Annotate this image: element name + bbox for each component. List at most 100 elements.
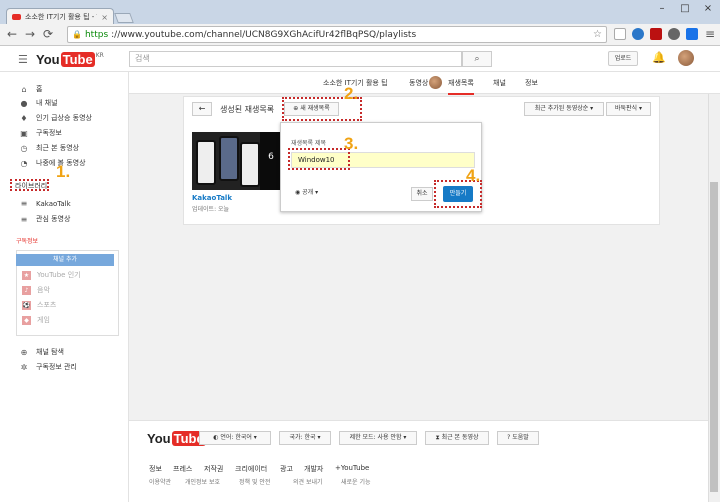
home-icon: ⌂ [21, 84, 27, 94]
sidebar-item-label: 구독정보 관리 [36, 363, 77, 371]
user-icon: ● [20, 98, 28, 108]
subscription-item[interactable]: ⚽ 스포츠 [22, 300, 56, 310]
download-extension-icon[interactable] [632, 28, 644, 40]
help-button[interactable]: ? 도움말 [497, 431, 539, 445]
guide-menu-icon[interactable]: ☰ [18, 53, 28, 66]
youtube-logo[interactable]: You Tube KR [36, 52, 104, 67]
maximize-button[interactable]: □ [677, 2, 693, 16]
youtube-header: ☰ You Tube KR 검색 ⌕ 업로드 🔔 [0, 46, 720, 72]
extension-icon[interactable] [614, 28, 626, 40]
playlists-title: 생성된 재생목록 [220, 105, 275, 114]
address-bar[interactable]: 🔒 https://www.youtube.com/channel/UCN8G9… [67, 26, 607, 43]
search-input[interactable]: 검색 [129, 51, 462, 67]
url-scheme: https [84, 29, 109, 40]
tab-channels[interactable]: 채널 [493, 78, 506, 88]
restricted-mode-button[interactable]: 제한 모드: 사용 안함 ▾ [339, 431, 417, 445]
privacy-dropdown[interactable]: ◉ 공개 ▾ [295, 187, 318, 196]
language-button[interactable]: ◐ 언어: 한국어 ▾ [199, 431, 271, 445]
scrollbar-thumb[interactable] [710, 182, 718, 492]
sidebar-item-label: KakaoTalk [36, 199, 71, 208]
playlist-title-label: 재생목록 제목 [291, 140, 327, 147]
footer-youtube-logo[interactable]: You Tube [147, 431, 206, 446]
footer-link[interactable]: 크리에이터 [235, 464, 267, 474]
annotation-box-1 [10, 179, 49, 191]
tab-playlists[interactable]: 재생목록 [448, 78, 474, 95]
account-avatar[interactable] [678, 50, 694, 66]
page: 소소한 IT기기 활용 팁 - YouTube × – □ × ← → ⟳ 🔒 … [0, 0, 720, 502]
annotation-number-1: 1. [56, 162, 71, 181]
sidebar-item-home[interactable]: ⌂ 홈 [20, 84, 42, 94]
back-button[interactable]: ← [4, 26, 20, 42]
footer-link-secondary[interactable]: 개인정보 보호 [185, 477, 220, 486]
sidebar-item-label: 최근 본 동영상 [36, 144, 80, 152]
notifications-bell-icon[interactable]: 🔔 [652, 51, 666, 64]
bookmark-star-icon[interactable]: ☆ [593, 29, 602, 40]
search-button[interactable]: ⌕ [462, 51, 492, 67]
history-label: 최근 본 동영상 [441, 434, 479, 441]
pdf-extension-icon[interactable] [650, 28, 662, 40]
menu-icon[interactable]: ≡ [702, 26, 718, 42]
channel-avatar[interactable] [429, 76, 442, 89]
footer-link[interactable]: +YouTube [335, 464, 369, 472]
close-window-button[interactable]: × [700, 2, 716, 16]
footer: You Tube ◐ 언어: 한국어 ▾ 국가: 한국 ▾ 제한 모드: 사용 … [129, 420, 708, 502]
tab-close-icon[interactable]: × [101, 13, 108, 22]
sidebar-item-playlist[interactable]: ≡ 관심 동영상 [20, 214, 71, 224]
sidebar-item-settings[interactable]: ✲ 구독정보 관리 [20, 362, 77, 372]
footer-link[interactable]: 저작권 [204, 464, 223, 474]
sidebar-item-subscriptions[interactable]: ▣ 구독정보 [20, 128, 62, 138]
cancel-button[interactable]: 취소 [411, 187, 433, 201]
subscription-item[interactable]: ★ YouTube 인기 [22, 270, 81, 280]
tab-videos[interactable]: 동영상 [409, 78, 428, 88]
sidebar-item-playlist[interactable]: ≡ KakaoTalk [20, 199, 71, 208]
check-extension-icon[interactable] [686, 28, 698, 40]
reload-button[interactable]: ⟳ [40, 26, 56, 42]
sidebar-item-history[interactable]: ◷ 최근 본 동영상 [20, 143, 80, 153]
footer-link-secondary[interactable]: 의견 보내기 [293, 477, 323, 486]
sidebar-item-browse[interactable]: ⊕ 채널 탐색 [20, 347, 64, 357]
footer-link-secondary[interactable]: 이용약관 [149, 477, 171, 486]
browser-tab[interactable]: 소소한 IT기기 활용 팁 - YouTube × [6, 8, 114, 25]
forward-button[interactable]: → [22, 26, 38, 42]
new-tab-button[interactable] [114, 13, 134, 23]
footer-link[interactable]: 프레스 [173, 464, 192, 474]
sidebar-item-flame[interactable]: ♦ 인기 급상승 동영상 [20, 113, 92, 123]
sidebar-item-label: 채널 탐색 [36, 348, 64, 356]
subscription-label: 게임 [37, 316, 50, 324]
flame-icon: ♦ [20, 113, 28, 123]
sidebar-item-user[interactable]: ● 내 채널 [20, 98, 58, 108]
sidebar-item-clock[interactable]: ◔ 나중에 볼 동영상 [20, 158, 86, 168]
back-arrow-button[interactable]: ← [192, 102, 212, 116]
browse-icon: ⊕ [20, 347, 28, 357]
country-button[interactable]: 국가: 한국 ▾ [279, 431, 331, 445]
footer-link-secondary[interactable]: 정책 및 안전 [239, 477, 270, 486]
upload-button[interactable]: 업로드 [608, 51, 638, 66]
tab-about[interactable]: 정보 [525, 78, 538, 88]
subscription-label: 스포츠 [37, 301, 57, 309]
footer-link[interactable]: 광고 [280, 464, 293, 474]
playlist-icon: ≡ [20, 199, 28, 208]
subscription-item[interactable]: ♪ 음악 [22, 285, 50, 295]
sidebar-item-label: 인기 급상승 동영상 [36, 114, 92, 122]
sidebar-item-label: 홈 [36, 85, 43, 93]
account-extension-icon[interactable] [668, 28, 680, 40]
footer-link[interactable]: 개발자 [304, 464, 323, 474]
playlist-thumbnail[interactable]: 6 [192, 132, 282, 190]
history-button[interactable]: ⧗ 최근 본 동영상 [425, 431, 489, 445]
footer-link[interactable]: 정보 [149, 464, 162, 474]
view-dropdown[interactable]: 바둑판식 ▾ [606, 102, 651, 116]
sort-dropdown[interactable]: 최근 추가된 동영상순 ▾ [524, 102, 604, 116]
footer-link-secondary[interactable]: 새로운 기능 [341, 477, 371, 486]
subscription-item[interactable]: ◆ 게임 [22, 315, 50, 325]
minimize-button[interactable]: – [654, 2, 670, 16]
playlist-title-link[interactable]: KakaoTalk [192, 194, 232, 202]
subscription-label: YouTube 인기 [37, 271, 81, 279]
logo-tube: Tube [60, 52, 95, 67]
playlist-icon: ≡ [20, 214, 28, 224]
playlist-video-count: 6 [260, 132, 282, 190]
browser-tab-bar: 소소한 IT기기 활용 팁 - YouTube × – □ × [0, 0, 720, 25]
history-icon: ◷ [20, 143, 28, 153]
annotation-number-4: 4. [466, 166, 481, 185]
add-channel-button[interactable]: 채널 추가 [16, 254, 114, 266]
help-label: 도움말 [512, 434, 529, 441]
